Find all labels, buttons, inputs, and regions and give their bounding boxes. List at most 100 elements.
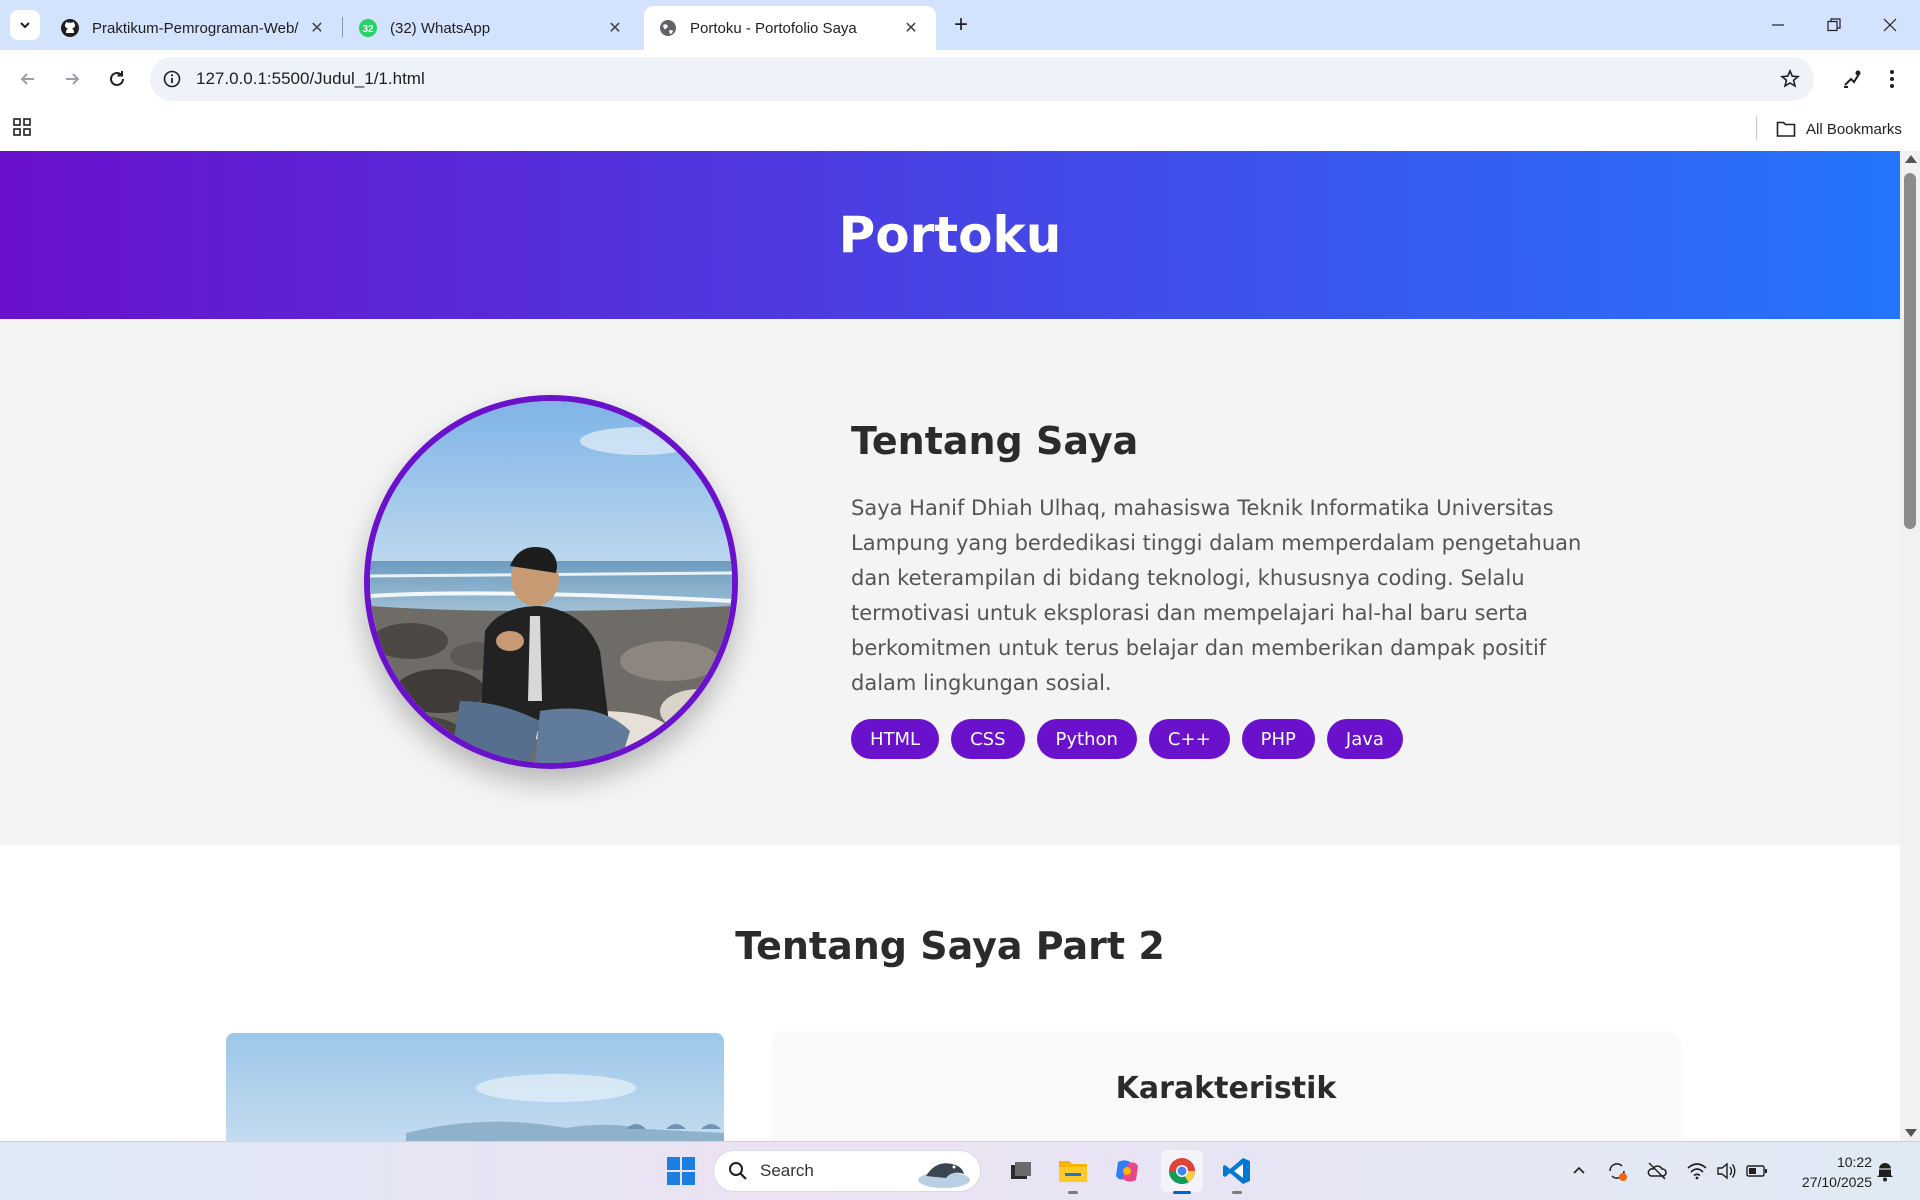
- part2-photo: [226, 1033, 724, 1141]
- folder-icon: [1776, 121, 1796, 137]
- skill-badge: Python: [1036, 719, 1137, 759]
- about-paragraph: Saya Hanif Dhiah Ulhaq, mahasiswa Teknik…: [851, 496, 1582, 695]
- all-bookmarks-label: All Bookmarks: [1806, 120, 1902, 138]
- skill-badge: PHP: [1241, 719, 1315, 759]
- window-close-button[interactable]: [1862, 0, 1918, 50]
- search-highlight-bird-icon: [918, 1163, 970, 1188]
- tab-whatsapp[interactable]: 32 (32) WhatsApp ✕: [344, 6, 640, 50]
- part2-heading: Tentang Saya Part 2: [735, 924, 1165, 968]
- file-explorer-button[interactable]: [1052, 1150, 1094, 1194]
- apps-grid-icon[interactable]: [12, 117, 36, 141]
- tab-portoku[interactable]: Portoku - Portofolio Saya ✕: [644, 6, 936, 50]
- running-indicator: [1232, 1191, 1242, 1194]
- bell-icon: [1877, 1163, 1893, 1182]
- active-indicator: [1173, 1191, 1191, 1194]
- new-tab-button[interactable]: +: [948, 11, 974, 38]
- extension-icon: [1844, 70, 1861, 88]
- chevron-up-icon: [1573, 1166, 1585, 1174]
- windows-logo-icon: [667, 1157, 695, 1185]
- windows-taskbar: Search 10:22 27/10/2025: [0, 1141, 1920, 1200]
- tab-title: Portoku - Portofolio Saya: [690, 19, 857, 37]
- onedrive-tray-button[interactable]: [1644, 1158, 1670, 1184]
- tab-separator: [342, 17, 343, 37]
- tab-search-button[interactable]: [10, 10, 40, 40]
- tab-title: Praktikum-Pemrograman-Web/: [92, 19, 299, 37]
- wifi-tray-button[interactable]: [1684, 1158, 1710, 1184]
- about-content: Tentang Saya Saya Hanif Dhiah Ulhaq, mah…: [851, 419, 1611, 759]
- folder-icon: [1059, 1161, 1087, 1182]
- site-header: Portoku: [0, 151, 1900, 319]
- card-heading: Karakteristik: [1115, 1071, 1337, 1106]
- menu-button[interactable]: [1876, 63, 1908, 95]
- taskbar-search[interactable]: Search: [713, 1150, 981, 1192]
- close-icon: [1883, 18, 1897, 32]
- extension-button[interactable]: [1836, 63, 1868, 95]
- reload-button[interactable]: [101, 63, 133, 95]
- back-arrow-icon: [20, 73, 34, 85]
- site-info-icon[interactable]: [160, 67, 184, 91]
- skill-badge: C++: [1148, 719, 1230, 759]
- back-button[interactable]: [12, 63, 44, 95]
- all-bookmarks-button[interactable]: All Bookmarks: [1776, 116, 1902, 142]
- speaker-icon: [1717, 1162, 1736, 1180]
- reload-icon: [110, 71, 124, 86]
- page-viewport: Portoku Tentang Saya Saya Hanif Dhiah Ul…: [0, 151, 1920, 1141]
- skill-badge: HTML: [851, 719, 940, 759]
- minimize-button[interactable]: [1750, 0, 1806, 50]
- clock-time: 10:22: [1836, 1154, 1872, 1170]
- search-icon: [729, 1162, 747, 1180]
- restore-button[interactable]: [1806, 0, 1862, 50]
- forward-arrow-icon: [66, 73, 80, 85]
- vscode-icon: [1223, 1158, 1250, 1184]
- bookmarks-divider: [1756, 116, 1757, 140]
- restore-icon: [1827, 18, 1841, 32]
- skill-badge: Java: [1326, 719, 1403, 759]
- scroll-down-arrow-icon[interactable]: [1905, 1129, 1917, 1137]
- bookmarks-bar: All Bookmarks: [0, 108, 1920, 151]
- tab-strip: Praktikum-Pemrograman-Web/ ✕ 32 (32) Wha…: [0, 0, 1920, 50]
- url-text[interactable]: 127.0.0.1:5500/Judul_1/1.html: [196, 69, 425, 89]
- sync-icon: [1609, 1163, 1627, 1181]
- taskbar-clock[interactable]: 10:22 27/10/2025: [1780, 1152, 1872, 1192]
- task-view-button[interactable]: [1000, 1150, 1042, 1192]
- battery-tray-button[interactable]: [1744, 1158, 1770, 1184]
- skill-badge: CSS: [951, 719, 1025, 759]
- chevron-down-icon: [20, 22, 30, 29]
- volume-tray-button[interactable]: [1714, 1158, 1740, 1184]
- github-icon: [60, 18, 80, 38]
- sync-tray-button[interactable]: [1604, 1158, 1630, 1184]
- scrollbar-thumb[interactable]: [1904, 173, 1916, 529]
- chrome-button[interactable]: [1161, 1150, 1203, 1194]
- tab-github[interactable]: Praktikum-Pemrograman-Web/ ✕: [46, 6, 342, 50]
- whatsapp-badge: 32: [362, 24, 374, 35]
- clock-date: 27/10/2025: [1801, 1174, 1872, 1190]
- close-icon[interactable]: ✕: [306, 17, 328, 39]
- running-indicator: [1068, 1191, 1078, 1194]
- battery-icon: [1746, 1165, 1767, 1177]
- start-button[interactable]: [660, 1150, 702, 1192]
- about-section: Tentang Saya Saya Hanif Dhiah Ulhaq, mah…: [0, 319, 1900, 845]
- tab-title: (32) WhatsApp: [390, 19, 491, 37]
- whatsapp-icon: 32: [358, 18, 378, 38]
- address-bar[interactable]: 127.0.0.1:5500/Judul_1/1.html: [150, 57, 1814, 101]
- browser-toolbar: 127.0.0.1:5500/Judul_1/1.html: [0, 50, 1920, 108]
- chrome-icon: [1168, 1158, 1196, 1185]
- about-part2-section: Tentang Saya Part 2 Karakteristik: [0, 845, 1900, 1141]
- scroll-up-arrow-icon[interactable]: [1905, 155, 1917, 163]
- show-hidden-icons-button[interactable]: [1566, 1158, 1592, 1184]
- forward-button[interactable]: [56, 63, 88, 95]
- globe-icon: [658, 18, 678, 38]
- site-title: Portoku: [838, 206, 1062, 264]
- close-icon[interactable]: ✕: [900, 17, 922, 39]
- vscode-button[interactable]: [1216, 1150, 1258, 1194]
- notification-button[interactable]: [1872, 1158, 1898, 1184]
- search-label: Search: [760, 1161, 814, 1180]
- page-scrollbar[interactable]: [1900, 151, 1920, 1141]
- profile-photo: [364, 395, 738, 769]
- copilot-button[interactable]: [1106, 1150, 1148, 1192]
- close-icon[interactable]: ✕: [604, 17, 626, 39]
- bookmark-star-icon[interactable]: [1778, 67, 1802, 91]
- minimize-icon: [1772, 24, 1784, 26]
- skills-list: HTML CSS Python C++ PHP Java: [851, 719, 1611, 759]
- cloud-off-icon: [1647, 1162, 1667, 1180]
